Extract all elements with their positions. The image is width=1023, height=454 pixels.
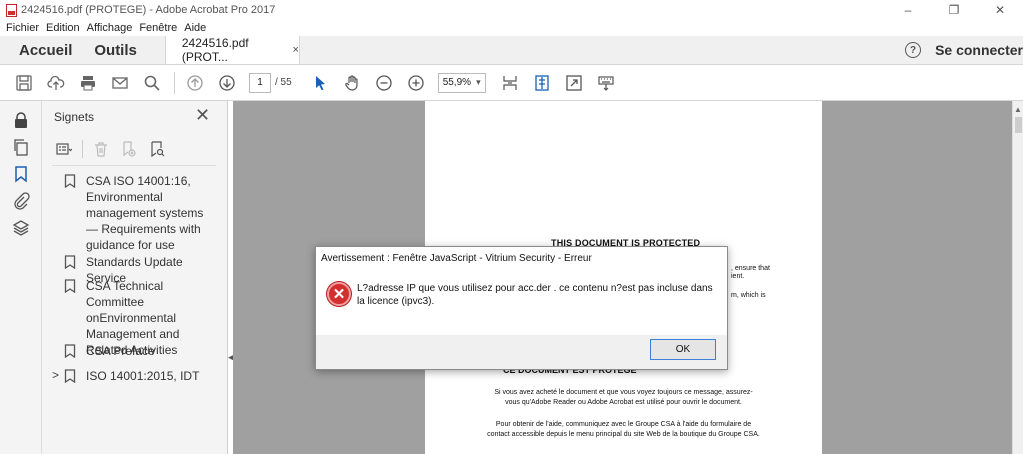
bookmark-icon [64, 174, 76, 189]
bookmark-icon [64, 344, 76, 359]
maximize-button[interactable]: ❐ [931, 0, 977, 20]
scroll-up-icon[interactable]: ▲ [1014, 105, 1022, 114]
keyboard-icon[interactable] [596, 73, 616, 93]
document-tab-label: 2424516.pdf (PROT... [181, 36, 249, 64]
save-icon[interactable] [14, 73, 34, 93]
menu-aide[interactable]: Aide [184, 22, 206, 34]
page-display-icon[interactable] [532, 73, 552, 93]
page-thumbnails-icon[interactable] [12, 138, 30, 156]
vertical-scrollbar[interactable]: ▲ [1012, 101, 1023, 454]
window-controls: – ❐ ✕ [885, 0, 1023, 20]
scroll-thumb[interactable] [1015, 117, 1022, 133]
menu-fenetre[interactable]: Fenêtre [139, 22, 177, 34]
expand-chevron-icon[interactable]: > [52, 368, 59, 382]
layers-icon[interactable] [12, 219, 30, 237]
lock-icon[interactable] [12, 111, 30, 129]
main-toolbar: 1 / 55 55,9% [0, 65, 1023, 101]
menu-edition[interactable]: Edition [46, 22, 80, 34]
bookmarks-tools [54, 137, 175, 161]
fit-page-icon[interactable] [500, 73, 520, 93]
bookmarks-icon[interactable] [12, 165, 30, 183]
menu-bar: Fichier Edition Affichage Fenêtre Aide [0, 20, 1023, 36]
bookmark-icon [64, 255, 76, 270]
help-icon[interactable]: ? [905, 42, 922, 58]
full-screen-icon[interactable] [564, 73, 584, 93]
panel-divider [52, 165, 216, 166]
toolbar-separator [174, 71, 175, 94]
tab-document[interactable]: 2424516.pdf (PROT... × [164, 36, 300, 64]
page-text: Si vous avez acheté le document et que v… [494, 389, 753, 396]
title-bar: 2424516.pdf (PROTEGE) - Adobe Acrobat Pr… [0, 0, 1023, 20]
tabbar-right: ? Se connecter [905, 36, 1023, 64]
menu-affichage[interactable]: Affichage [87, 22, 133, 34]
bookmark-item[interactable]: > ISO 14001:2015, IDT [52, 368, 216, 384]
tab-tools[interactable]: Outils [86, 36, 145, 64]
previous-page-icon[interactable] [185, 73, 205, 93]
bookmark-item[interactable]: CSA ISO 14001:16, Environmental manageme… [64, 173, 216, 253]
bookmark-item[interactable]: CSA Preface [64, 343, 216, 359]
page-text: contact accessible depuis le menu princi… [487, 431, 760, 438]
minimize-button[interactable]: – [885, 0, 931, 20]
delete-bookmark-icon[interactable] [91, 139, 111, 159]
cloud-upload-icon[interactable] [46, 73, 66, 93]
menu-fichier[interactable]: Fichier [6, 22, 39, 34]
acrobat-pdf-icon [6, 3, 17, 17]
page-number-input[interactable]: 1 [249, 72, 271, 93]
bookmark-label: CSA Preface [86, 344, 155, 358]
close-tab-icon[interactable]: × [292, 44, 298, 56]
bookmark-label: CSA ISO 14001:16, Environmental manageme… [86, 174, 204, 252]
error-dialog: Avertissement : Fenêtre JavaScript - Vit… [315, 246, 728, 370]
bookmark-options-icon[interactable] [54, 139, 74, 159]
page-text: ient. [731, 273, 745, 280]
tools-separator [82, 140, 83, 158]
tab-bar: Accueil Outils 2424516.pdf (PROT... × ? … [0, 36, 1023, 65]
dialog-title: Avertissement : Fenêtre JavaScript - Vit… [316, 247, 727, 269]
page-text: m, which is [731, 292, 766, 299]
hand-tool-icon[interactable] [342, 73, 362, 93]
bookmarks-panel-title: Signets [54, 110, 95, 124]
page-total: / 55 [275, 77, 292, 88]
page-text: Pour obtenir de l'aide, communiquez avec… [495, 421, 752, 428]
dialog-body: ✕ L?adresse IP que vous utilisez pour ac… [316, 269, 727, 335]
zoom-out-icon[interactable] [374, 73, 394, 93]
email-icon[interactable] [110, 73, 130, 93]
find-bookmark-icon[interactable] [147, 139, 167, 159]
search-icon[interactable] [142, 73, 162, 93]
bookmarks-panel: Signets ✕ CSA ISO 14001:16, Environmenta… [42, 101, 228, 454]
new-bookmark-icon[interactable] [119, 139, 139, 159]
close-panel-icon[interactable]: ✕ [195, 105, 210, 126]
attachments-icon[interactable] [12, 192, 30, 210]
sign-in-button[interactable]: Se connecter [935, 42, 1023, 58]
bookmark-icon [64, 279, 76, 294]
close-window-button[interactable]: ✕ [977, 0, 1023, 20]
print-icon[interactable] [78, 73, 98, 93]
zoom-select[interactable]: 55,9% [437, 72, 486, 93]
tab-home[interactable]: Accueil [0, 36, 86, 64]
ok-button[interactable]: OK [650, 339, 716, 360]
select-cursor-icon[interactable] [310, 73, 330, 93]
dialog-message: L?adresse IP que vous utilisez pour acc.… [357, 283, 713, 307]
error-icon: ✕ [327, 282, 351, 306]
bookmark-label: ISO 14001:2015, IDT [86, 369, 200, 383]
bookmark-icon [64, 369, 76, 384]
next-page-icon[interactable] [217, 73, 237, 93]
zoom-in-icon[interactable] [406, 73, 426, 93]
page-text: vous qu'Adobe Reader ou Adobe Acrobat es… [505, 399, 742, 406]
window-title: 2424516.pdf (PROTEGE) - Adobe Acrobat Pr… [21, 4, 276, 16]
navigation-rail [0, 101, 42, 454]
page-text: , ensure that [731, 265, 770, 272]
